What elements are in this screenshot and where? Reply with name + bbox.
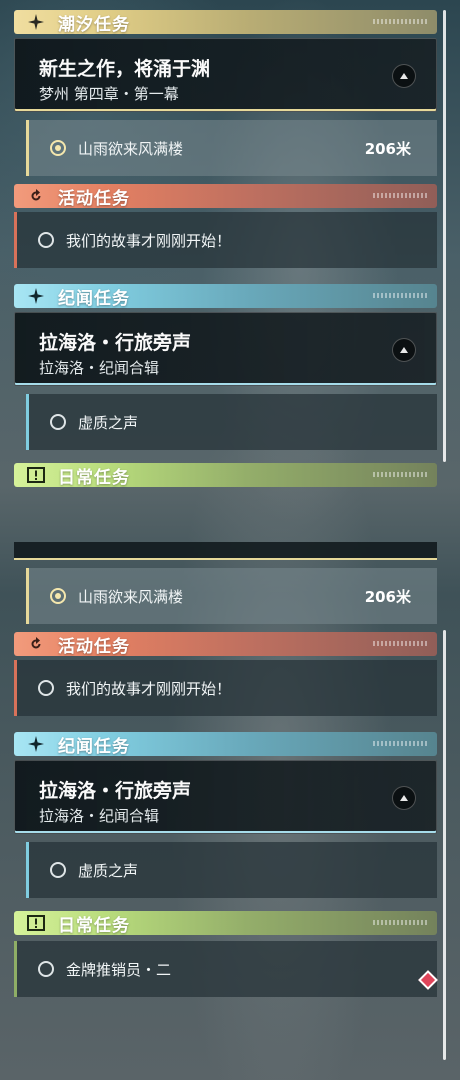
quest-title: 拉海洛・行旅旁声 bbox=[39, 332, 192, 354]
objective-label: 山雨欲来风满楼 bbox=[78, 139, 184, 158]
category-label: 日常任务 bbox=[58, 915, 130, 936]
category-header-event[interactable]: 活动任务 bbox=[14, 184, 437, 209]
quest-card-exploration[interactable]: 拉海洛・行旅旁声 拉海洛・纪闻合辑 bbox=[14, 760, 437, 834]
header-decoration bbox=[373, 920, 429, 925]
quest-subtitle: 梦州 第四章・第一幕 bbox=[38, 542, 178, 543]
quest-title: 新生之作，将涌于渊 bbox=[39, 58, 211, 80]
quest-tracker-top: 潮汐任务 新生之作，将涌于渊 梦州 第四章・第一幕 山雨欲来风满楼 206米 活… bbox=[0, 0, 460, 542]
objective-event[interactable]: 我们的故事才刚刚开始！ bbox=[14, 660, 437, 716]
objective-daily[interactable]: 金牌推销员・二 bbox=[14, 941, 437, 997]
objective-label: 虚质之声 bbox=[78, 413, 139, 432]
four-point-star-icon bbox=[14, 732, 58, 756]
objective-label: 我们的故事才刚刚开始！ bbox=[66, 231, 232, 250]
quest-list: 梦州 第四章・第一幕 山雨欲来风满楼 206米 活动任务 我们的故事才刚刚开始！ bbox=[14, 542, 437, 997]
objective-radio[interactable] bbox=[38, 680, 54, 696]
objective-tide[interactable]: 山雨欲来风满楼 206米 bbox=[26, 120, 437, 176]
objective-exploration[interactable]: 虚质之声 bbox=[26, 394, 437, 450]
quest-card-tide[interactable]: 新生之作，将涌于渊 梦州 第四章・第一幕 bbox=[14, 38, 437, 112]
objective-label: 虚质之声 bbox=[78, 861, 139, 880]
collapse-button[interactable] bbox=[392, 338, 416, 362]
category-label: 潮汐任务 bbox=[58, 14, 130, 35]
header-decoration bbox=[373, 472, 429, 477]
category-header-event[interactable]: 活动任务 bbox=[14, 632, 437, 657]
category-header-daily[interactable]: 日常任务 bbox=[14, 463, 437, 488]
exclamation-icon bbox=[14, 463, 58, 487]
quest-tracker-scrolled: 梦州 第四章・第一幕 山雨欲来风满楼 206米 活动任务 我们的故事才刚刚开始！ bbox=[0, 542, 460, 1080]
scrollbar[interactable] bbox=[443, 630, 446, 1060]
header-decoration bbox=[373, 641, 429, 646]
chevron-up-icon bbox=[400, 795, 408, 801]
category-header-exploration[interactable]: 纪闻任务 bbox=[14, 732, 437, 757]
header-decoration bbox=[373, 293, 429, 298]
exclamation-icon bbox=[14, 911, 58, 935]
header-decoration bbox=[373, 193, 429, 198]
objective-radio[interactable] bbox=[50, 862, 66, 878]
quest-subtitle: 拉海洛・纪闻合辑 bbox=[39, 359, 160, 377]
chevron-up-icon bbox=[400, 347, 408, 353]
category-header-daily[interactable]: 日常任务 bbox=[14, 911, 437, 936]
refresh-icon bbox=[14, 184, 58, 208]
category-label: 活动任务 bbox=[58, 188, 130, 209]
collapse-button[interactable] bbox=[392, 786, 416, 810]
objective-event[interactable]: 我们的故事才刚刚开始！ bbox=[14, 212, 437, 268]
chevron-up-icon bbox=[400, 73, 408, 79]
header-decoration bbox=[373, 19, 429, 24]
quest-subtitle: 梦州 第四章・第一幕 bbox=[39, 85, 179, 103]
category-header-exploration[interactable]: 纪闻任务 bbox=[14, 284, 437, 309]
quest-card-exploration[interactable]: 拉海洛・行旅旁声 拉海洛・纪闻合辑 bbox=[14, 312, 437, 386]
quest-list: 潮汐任务 新生之作，将涌于渊 梦州 第四章・第一幕 山雨欲来风满楼 206米 活… bbox=[14, 10, 437, 488]
objective-radio[interactable] bbox=[38, 232, 54, 248]
objective-exploration[interactable]: 虚质之声 bbox=[26, 842, 437, 898]
objective-distance: 206米 bbox=[364, 139, 411, 158]
refresh-icon bbox=[14, 632, 58, 656]
category-label: 纪闻任务 bbox=[58, 288, 130, 309]
objective-tracked-radio[interactable] bbox=[50, 140, 66, 156]
objective-radio[interactable] bbox=[50, 414, 66, 430]
objective-tracked-radio[interactable] bbox=[50, 588, 66, 604]
objective-tide[interactable]: 山雨欲来风满楼 206米 bbox=[26, 568, 437, 624]
objective-label: 我们的故事才刚刚开始！ bbox=[66, 679, 232, 698]
category-label: 活动任务 bbox=[58, 636, 130, 657]
category-label: 纪闻任务 bbox=[58, 736, 130, 757]
collapse-button[interactable] bbox=[392, 64, 416, 88]
header-decoration bbox=[373, 741, 429, 746]
quest-card-tide-partial[interactable]: 梦州 第四章・第一幕 bbox=[14, 542, 437, 560]
objective-label: 山雨欲来风满楼 bbox=[78, 587, 184, 606]
quest-title: 拉海洛・行旅旁声 bbox=[39, 780, 192, 802]
objective-label: 金牌推销员・二 bbox=[66, 960, 172, 979]
quest-subtitle: 拉海洛・纪闻合辑 bbox=[39, 807, 160, 825]
scrollbar[interactable] bbox=[443, 10, 446, 462]
objective-distance: 206米 bbox=[364, 587, 411, 606]
category-label: 日常任务 bbox=[58, 467, 130, 488]
objective-radio[interactable] bbox=[38, 961, 54, 977]
four-point-star-icon bbox=[14, 10, 58, 34]
category-header-tide[interactable]: 潮汐任务 bbox=[14, 10, 437, 35]
four-point-star-icon bbox=[14, 284, 58, 308]
